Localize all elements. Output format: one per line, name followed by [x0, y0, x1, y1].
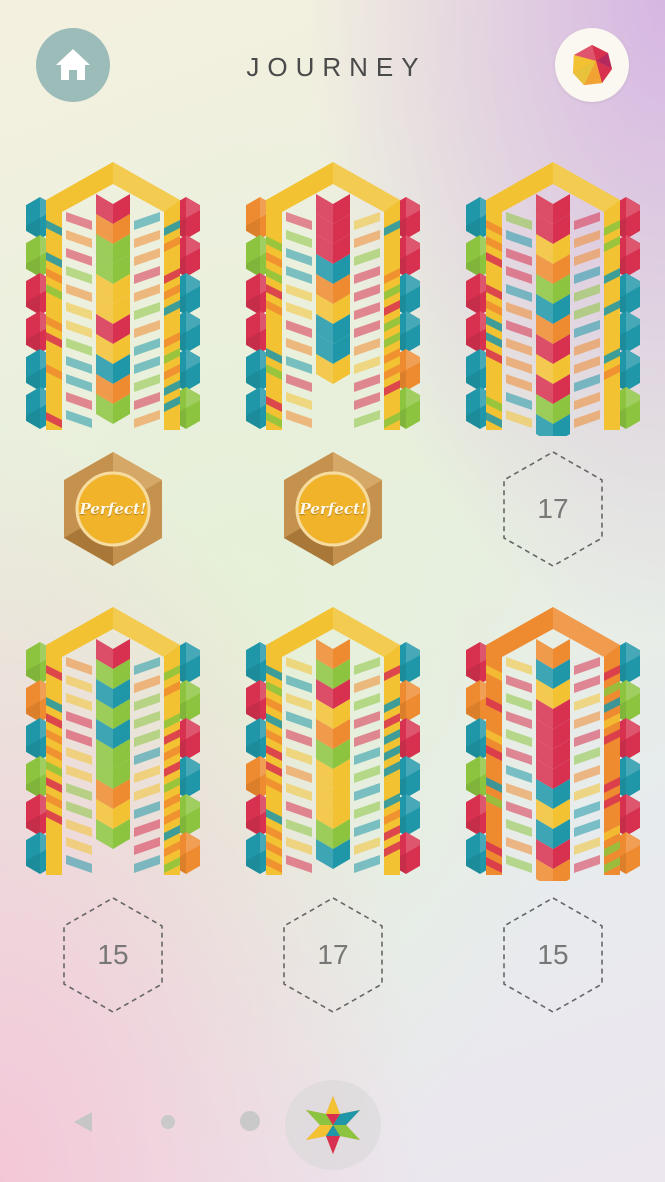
- page-indicator: [0, 1080, 665, 1170]
- level-2-preview[interactable]: [246, 160, 420, 436]
- current-page-indicator[interactable]: [285, 1080, 381, 1170]
- level-1-perfect-badge: Perfect!: [61, 450, 165, 568]
- level-1-preview[interactable]: [26, 160, 200, 436]
- level-1-puzzle-art: [26, 162, 200, 430]
- level-6-moves-badge: 15: [501, 896, 605, 1014]
- level-5-preview[interactable]: [246, 605, 420, 881]
- level-3-moves-badge: 17: [501, 450, 605, 568]
- perfect-label: Perfect!: [79, 500, 147, 518]
- perfect-label: Perfect!: [299, 500, 367, 518]
- level-5-moves-badge: 17: [281, 896, 385, 1014]
- page-dot[interactable]: [161, 1115, 175, 1129]
- level-3-puzzle-art: [466, 162, 640, 436]
- level-4-moves-badge: 15: [61, 896, 165, 1014]
- moves-count: 17: [317, 939, 349, 970]
- page-dot[interactable]: [240, 1111, 260, 1131]
- level-2-perfect-badge: Perfect!: [281, 450, 385, 568]
- faceted-gem-icon: [573, 45, 612, 85]
- triangle-left-icon[interactable]: [74, 1112, 92, 1132]
- moves-count: 15: [537, 939, 569, 970]
- moves-count: 17: [537, 493, 569, 524]
- moves-count: 15: [97, 939, 129, 970]
- level-3-preview[interactable]: [466, 160, 640, 436]
- level-2-puzzle-art: [246, 162, 420, 430]
- star-polyhedron-icon: [306, 1096, 360, 1154]
- level-4-puzzle-art: [26, 607, 200, 875]
- profile-button[interactable]: [555, 28, 629, 102]
- level-4-preview[interactable]: [26, 605, 200, 881]
- level-6-puzzle-art: [466, 607, 640, 881]
- level-5-puzzle-art: [246, 607, 420, 875]
- level-6-preview[interactable]: [466, 605, 640, 881]
